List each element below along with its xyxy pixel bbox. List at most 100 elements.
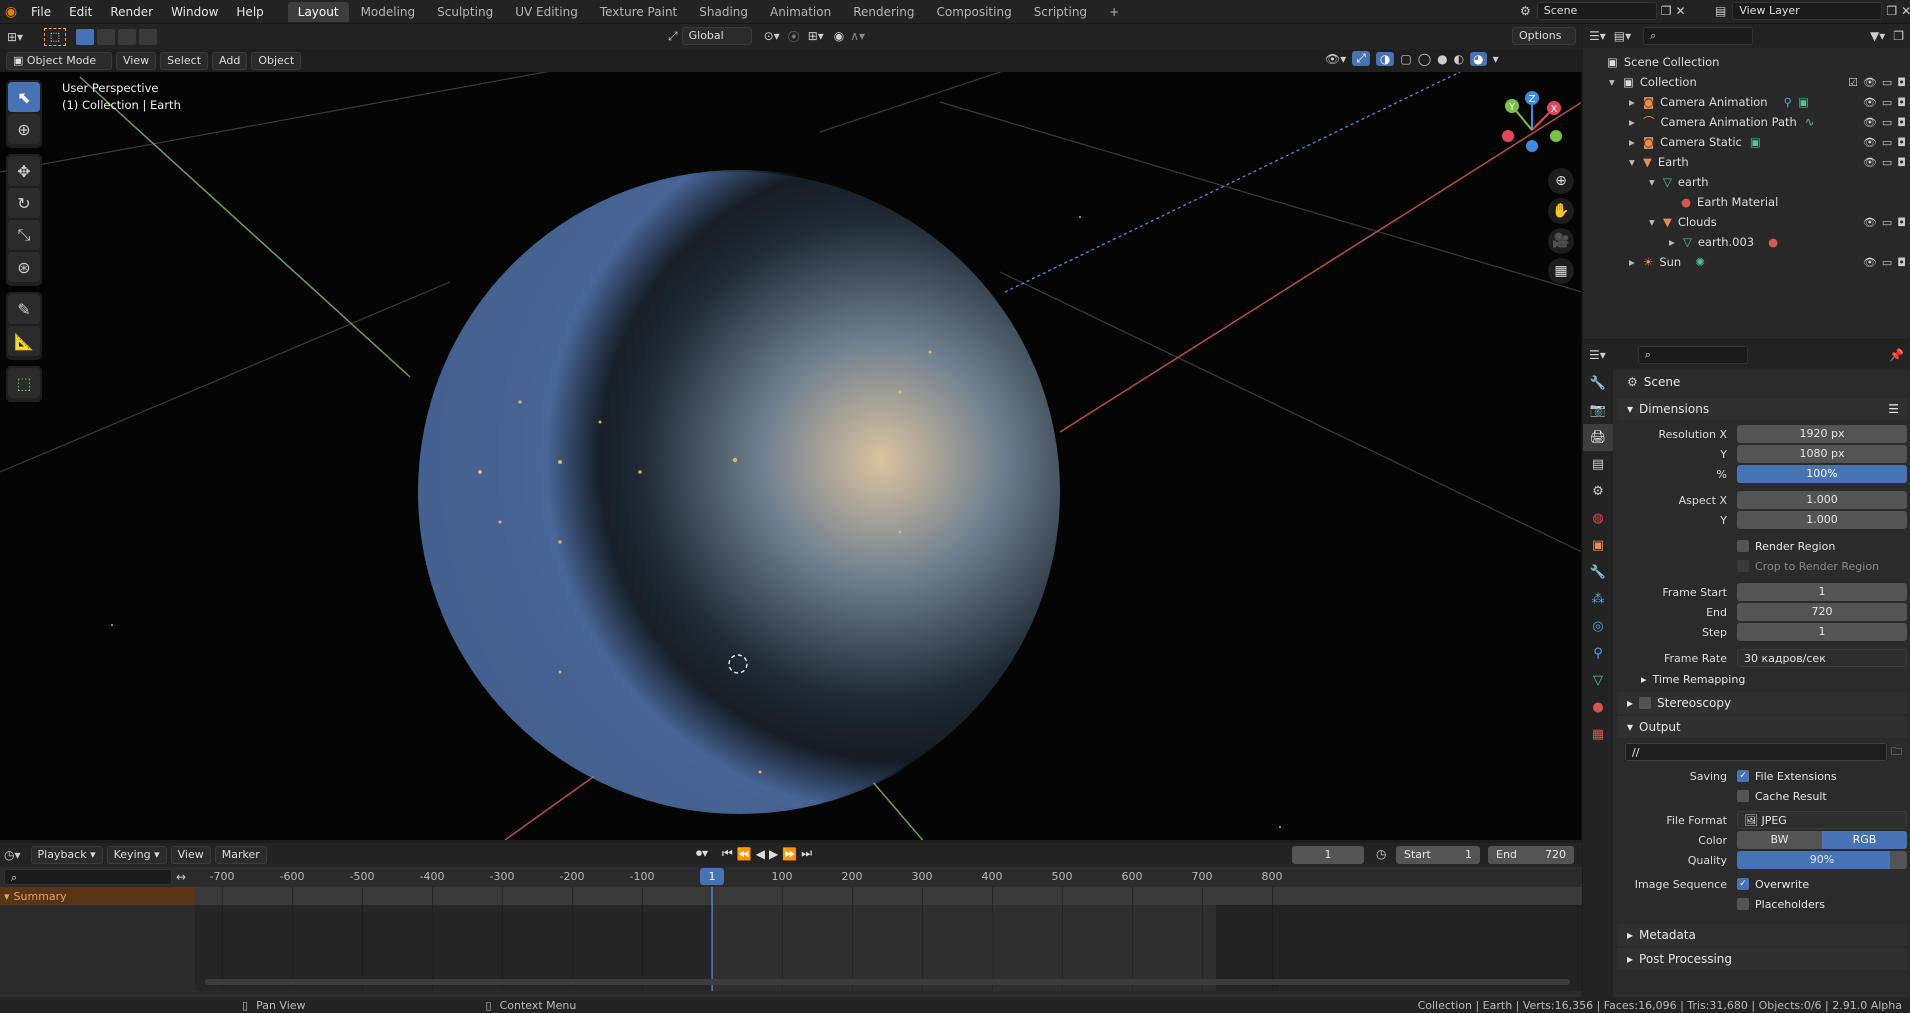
expand-arrow-icon[interactable]: ▸ <box>1629 135 1643 149</box>
exclude-checkbox-icon[interactable]: ☑ <box>1848 76 1858 89</box>
file-extensions-checkbox[interactable]: ✓ <box>1737 770 1749 782</box>
current-frame-field[interactable]: 1 <box>1292 846 1364 864</box>
solid-shading-icon[interactable]: ● <box>1437 52 1447 66</box>
move-tool-icon[interactable]: ✥ <box>8 156 40 186</box>
object-mode-dropdown[interactable]: ▣ Object Mode ▾ <box>6 51 112 83</box>
copy-icon[interactable]: ❐ <box>1886 4 1897 18</box>
menu-file[interactable]: File <box>22 0 60 24</box>
play-reverse-icon[interactable]: ◀ <box>756 847 765 861</box>
expand-arrow-icon[interactable]: ▾ <box>1649 175 1663 189</box>
add-workspace-button[interactable]: + <box>1099 2 1129 22</box>
outliner-row-earth-003[interactable]: ▸ ▽ earth.003 ● <box>1583 232 1910 252</box>
cache-result-checkbox[interactable] <box>1737 790 1749 802</box>
frame-start-field[interactable]: 1 <box>1737 583 1907 601</box>
particles-tab-icon[interactable]: ⁂ <box>1583 586 1613 613</box>
tab-uv-editing[interactable]: UV Editing <box>505 2 588 22</box>
view-layer-tab-icon[interactable]: ▤ <box>1583 451 1613 478</box>
crop-region-checkbox[interactable] <box>1737 560 1749 572</box>
shading-options-icon[interactable]: ▾ <box>1493 52 1499 66</box>
eye-icon[interactable]: 👁 <box>1863 136 1877 149</box>
select-subtract-icon[interactable] <box>118 28 136 45</box>
render-camera-icon[interactable]: ◘ <box>1897 96 1906 109</box>
outliner-row-scene-collection[interactable]: ▣ Scene Collection <box>1583 52 1910 72</box>
monitor-icon[interactable]: ▭ <box>1882 136 1892 149</box>
color-rgb-button[interactable]: RGB <box>1822 831 1907 849</box>
3d-viewport[interactable]: User Perspective (1) Collection | Earth … <box>0 72 1582 840</box>
outliner-row-earth-mesh[interactable]: ▾ ▽ earth <box>1583 172 1910 192</box>
tab-shading[interactable]: Shading <box>689 2 758 22</box>
texture-tab-icon[interactable]: ▦ <box>1583 721 1613 748</box>
annotate-tool-icon[interactable]: ✎ <box>8 294 40 324</box>
tab-scripting[interactable]: Scripting <box>1024 2 1097 22</box>
tab-layout[interactable]: Layout <box>287 1 349 22</box>
quality-slider[interactable]: 90% <box>1737 851 1907 869</box>
pin-icon[interactable]: 📌 <box>1889 348 1904 362</box>
transform-tool-icon[interactable]: ⊛ <box>8 252 40 282</box>
aspect-x-field[interactable]: 1.000 <box>1737 491 1907 509</box>
options-dropdown[interactable]: Options <box>1512 27 1576 45</box>
viewport-menu-add[interactable]: Add <box>212 51 248 70</box>
frame-rate-dropdown[interactable]: 30 кадров/сек <box>1737 649 1907 667</box>
expand-arrow-icon[interactable]: ▸ <box>1629 95 1643 109</box>
preset-list-icon[interactable]: ☰ <box>1888 402 1899 416</box>
frame-end-field[interactable]: 720 <box>1737 603 1907 621</box>
navigation-gizmo[interactable]: Z X Y <box>1490 84 1570 164</box>
clock-icon[interactable]: ◷ <box>1376 847 1386 861</box>
tab-compositing[interactable]: Compositing <box>926 2 1021 22</box>
monitor-icon[interactable]: ▭ <box>1882 256 1892 269</box>
time-remapping-section-header[interactable]: ▸ Time Remapping <box>1617 668 1907 690</box>
scale-tool-icon[interactable]: ⤡ <box>8 220 40 250</box>
blender-logo-icon[interactable]: ◉ <box>0 0 22 24</box>
placeholders-checkbox[interactable] <box>1737 898 1749 910</box>
physics-tab-icon[interactable]: ◎ <box>1583 613 1613 640</box>
monitor-icon[interactable]: ▭ <box>1882 116 1892 129</box>
new-collection-icon[interactable]: ❐ <box>1893 29 1904 43</box>
scene-selector[interactable]: ⚙ Scene ❐ ✕ <box>1520 2 1686 20</box>
frame-step-field[interactable]: 1 <box>1737 623 1907 641</box>
output-path-input[interactable]: // <box>1625 743 1887 761</box>
post-processing-section-header[interactable]: ▸ Post Processing <box>1617 948 1907 970</box>
jump-end-icon[interactable]: ⏭ <box>801 846 812 861</box>
render-camera-icon[interactable]: ◘ <box>1897 256 1906 269</box>
snap-target-icon[interactable]: ⊞▾ <box>808 29 824 43</box>
eye-icon[interactable]: 👁 <box>1863 116 1877 129</box>
expand-arrow-icon[interactable]: ▾ <box>1649 215 1663 229</box>
properties-editor-icon[interactable]: ☰▾ <box>1589 348 1606 362</box>
resolution-x-field[interactable]: 1920 px <box>1737 425 1907 443</box>
folder-icon[interactable]: 🗀 <box>1891 743 1902 762</box>
outliner-row-camera-animation-path[interactable]: ▸ ⌒ Camera Animation Path ∿ 👁 ▭ ◘ <box>1583 112 1910 132</box>
timeline-menu-playback[interactable]: Playback ▾ <box>30 846 103 864</box>
pivot-icon[interactable]: ⊙▾ <box>764 29 780 43</box>
outliner-editor-icon[interactable]: ☰▾ <box>1589 29 1606 43</box>
timeline-menu-marker[interactable]: Marker <box>214 846 267 864</box>
select-extend-icon[interactable] <box>97 28 115 45</box>
tool-tab-icon[interactable]: 🔧 <box>1583 370 1613 397</box>
object-tab-icon[interactable]: ▣ <box>1583 532 1613 559</box>
snap-icon[interactable]: ⦿ <box>788 28 800 45</box>
select-box-tool-icon[interactable]: ⬉ <box>8 82 40 112</box>
resolution-y-field[interactable]: 1080 px <box>1737 445 1907 463</box>
scene-name-field[interactable]: Scene <box>1536 2 1657 20</box>
outliner-row-earth-material[interactable]: ● Earth Material <box>1583 192 1910 212</box>
close-icon[interactable]: ✕ <box>1901 4 1910 18</box>
cache-result-row[interactable]: Cache Result <box>1617 786 1907 806</box>
prev-keyframe-icon[interactable]: ⏪ <box>737 847 752 861</box>
playhead-frame-badge[interactable]: 1 <box>700 868 724 885</box>
monitor-icon[interactable]: ▭ <box>1882 96 1892 109</box>
viewport-menu-select[interactable]: Select <box>160 51 209 70</box>
render-region-row[interactable]: Render Region <box>1617 536 1907 556</box>
timeline-ruler[interactable]: -700 -600 -500 -400 -300 -200 -100 1 100 200 300 40… <box>195 867 1582 887</box>
wireframe-shading-icon[interactable]: ◯ <box>1418 52 1431 66</box>
rotate-tool-icon[interactable]: ↻ <box>8 188 40 218</box>
crop-region-row[interactable]: Crop to Render Region <box>1617 556 1907 576</box>
outliner-row-sun[interactable]: ▸ ☀ Sun ✺ 👁 ▭ ◘ <box>1583 252 1910 272</box>
editor-type-icon[interactable]: ⊞▾ <box>0 30 30 44</box>
zoom-icon[interactable]: ⊕ <box>1548 168 1574 194</box>
output-section-header[interactable]: ▾ Output <box>1617 716 1907 738</box>
expand-arrow-icon[interactable]: ▾ <box>1629 155 1643 169</box>
render-camera-icon[interactable]: ◘ <box>1897 136 1906 149</box>
menu-help[interactable]: Help <box>227 0 272 24</box>
stereoscopy-checkbox[interactable] <box>1639 697 1652 709</box>
tab-modeling[interactable]: Modeling <box>351 2 426 22</box>
measure-tool-icon[interactable]: 📐 <box>8 326 40 356</box>
